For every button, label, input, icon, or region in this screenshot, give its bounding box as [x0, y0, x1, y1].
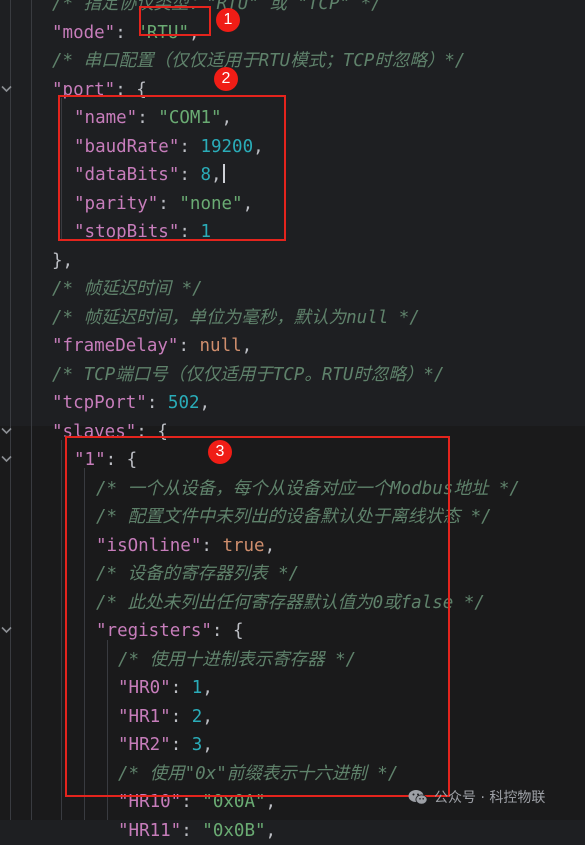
code-punct: :: [178, 336, 199, 356]
annotation-box-2: [58, 95, 286, 241]
watermark: 公众号 · 科控物联: [408, 786, 545, 808]
annotation-badge-3: 3: [208, 440, 232, 464]
code-comment: /* 串口配置（仅仅适用于RTU模式；TCP时忽略）*/: [52, 51, 465, 71]
code-line: "tcpPort": 502,: [0, 389, 585, 418]
code-line: /* 帧延迟时间，单位为毫秒，默认为null */: [0, 304, 585, 333]
code-key: "frameDelay": [52, 336, 178, 356]
code-line: /* 帧延迟时间 */: [0, 275, 585, 304]
code-punct: :: [115, 23, 136, 43]
code-line: },: [0, 247, 585, 276]
annotation-badge-1: 1: [216, 8, 240, 32]
annotation-badge-2: 2: [214, 67, 238, 91]
code-key: "HR11": [118, 821, 181, 841]
code-key: "tcpPort": [52, 393, 147, 413]
code-keyword: null: [200, 336, 242, 356]
fold-chevron-icon[interactable]: [0, 418, 14, 447]
code-punct: ,: [200, 393, 211, 413]
code-string: "0x0B": [202, 821, 265, 841]
code-punct: :: [147, 393, 168, 413]
annotation-box-3: [65, 436, 450, 797]
annotation-box-1: [139, 6, 211, 36]
wechat-icon: [408, 789, 428, 806]
code-comment: /* TCP端口号（仅仅适用于TCP。RTU时忽略）*/: [52, 365, 445, 385]
code-line: "HR11": "0x0B",: [0, 817, 585, 845]
fold-chevron-icon[interactable]: [0, 76, 14, 105]
fold-chevron-icon[interactable]: [0, 446, 14, 475]
code-line: /* TCP端口号（仅仅适用于TCP。RTU时忽略）*/: [0, 361, 585, 390]
code-comment: /* 帧延迟时间 */: [52, 279, 203, 299]
watermark-text: 公众号 · 科控物联: [434, 787, 545, 807]
code-key: "mode": [52, 23, 115, 43]
code-number: 502: [168, 393, 200, 413]
code-punct: ,: [266, 821, 277, 841]
code-comment: /* 帧延迟时间，单位为毫秒，默认为null */: [52, 308, 420, 328]
code-punct: :: [181, 821, 202, 841]
code-punct: ,: [242, 336, 253, 356]
code-punct: },: [52, 251, 73, 271]
code-line: "frameDelay": null,: [0, 332, 585, 361]
code-comment: /* 指定协议类型："RTU" 或 "TCP" */: [52, 0, 382, 14]
code-line: /* 指定协议类型："RTU" 或 "TCP" */: [0, 0, 585, 19]
code-line: /* 串口配置（仅仅适用于RTU模式；TCP时忽略）*/: [0, 47, 585, 76]
fold-chevron-icon[interactable]: [0, 617, 14, 646]
code-line: "mode": "RTU",: [0, 19, 585, 48]
